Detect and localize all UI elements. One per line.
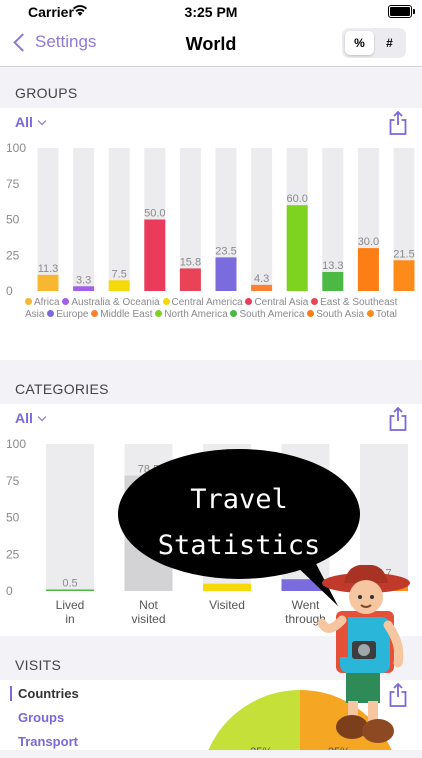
promo-line-2: Statistics [157,530,321,561]
promo-line-1: Travel [190,484,288,515]
promo-text: Travel Statistics [118,477,360,569]
traveler-illustration [317,565,410,743]
